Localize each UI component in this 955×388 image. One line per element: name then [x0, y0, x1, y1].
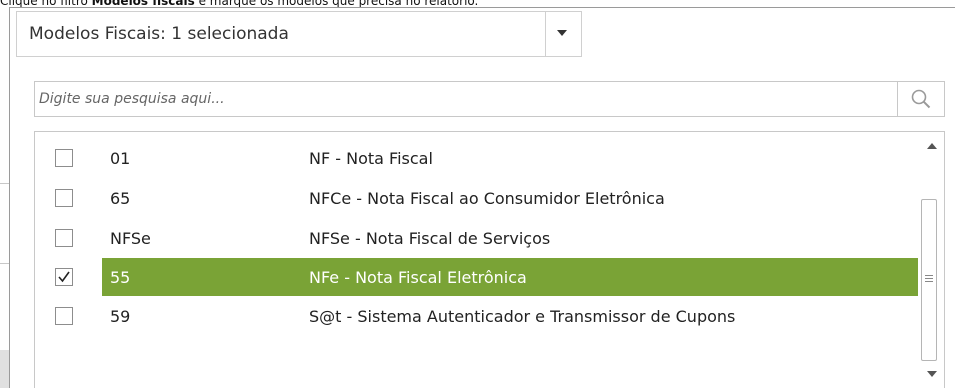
checkbox[interactable] [55, 189, 73, 207]
model-description: NF - Nota Fiscal [309, 148, 433, 168]
model-code: 59 [110, 306, 131, 326]
caret-down-icon[interactable] [557, 30, 567, 36]
list-item[interactable]: 59 S@t - Sistema Autenticador e Transmis… [35, 297, 919, 335]
model-code: NFSe [110, 228, 151, 248]
checkbox-checked[interactable] [55, 268, 73, 286]
model-code: 01 [110, 148, 131, 168]
scroll-down-arrow-icon[interactable] [927, 371, 937, 377]
model-description: NFSe - Nota Fiscal de Serviços [309, 228, 551, 248]
dropdown-label: Modelos Fiscais: 1 selecionada [29, 24, 289, 44]
checkmark-icon [58, 271, 70, 283]
model-description: NFCe - Nota Fiscal ao Consumidor Eletrôn… [309, 188, 665, 208]
search-button[interactable] [897, 82, 944, 116]
model-code: 65 [110, 188, 131, 208]
background-divider [0, 263, 9, 264]
grip-line [925, 278, 933, 279]
dropdown-separator [545, 12, 546, 56]
checkbox[interactable] [55, 229, 73, 247]
model-list: 01 NF - Nota Fiscal 65 NFCe - Nota Fisca… [34, 131, 945, 388]
grip-line [925, 275, 933, 276]
background-divider [0, 183, 9, 184]
model-description: S@t - Sistema Autenticador e Transmissor… [309, 306, 736, 326]
list-item[interactable]: 01 NF - Nota Fiscal [35, 139, 919, 177]
model-description: NFe - Nota Fiscal Eletrônica [309, 267, 527, 287]
modelos-fiscais-dropdown[interactable]: Modelos Fiscais: 1 selecionada [16, 11, 582, 57]
search-input[interactable] [35, 83, 891, 115]
list-item[interactable]: 65 NFCe - Nota Fiscal ao Consumidor Elet… [35, 179, 919, 217]
checkbox[interactable] [55, 149, 73, 167]
background-divider [0, 350, 9, 388]
list-item[interactable]: NFSe NFSe - Nota Fiscal de Serviços [35, 219, 919, 257]
vertical-scrollbar[interactable] [918, 132, 944, 388]
search-box [34, 81, 945, 117]
model-code: 55 [110, 267, 131, 287]
checkbox[interactable] [55, 307, 73, 325]
magnifier-icon [911, 89, 931, 109]
scroll-thumb[interactable] [921, 199, 937, 361]
list-item-selected[interactable]: 55 NFe - Nota Fiscal Eletrônica [35, 258, 919, 296]
grip-line [925, 281, 933, 282]
scroll-up-arrow-icon[interactable] [927, 143, 937, 149]
